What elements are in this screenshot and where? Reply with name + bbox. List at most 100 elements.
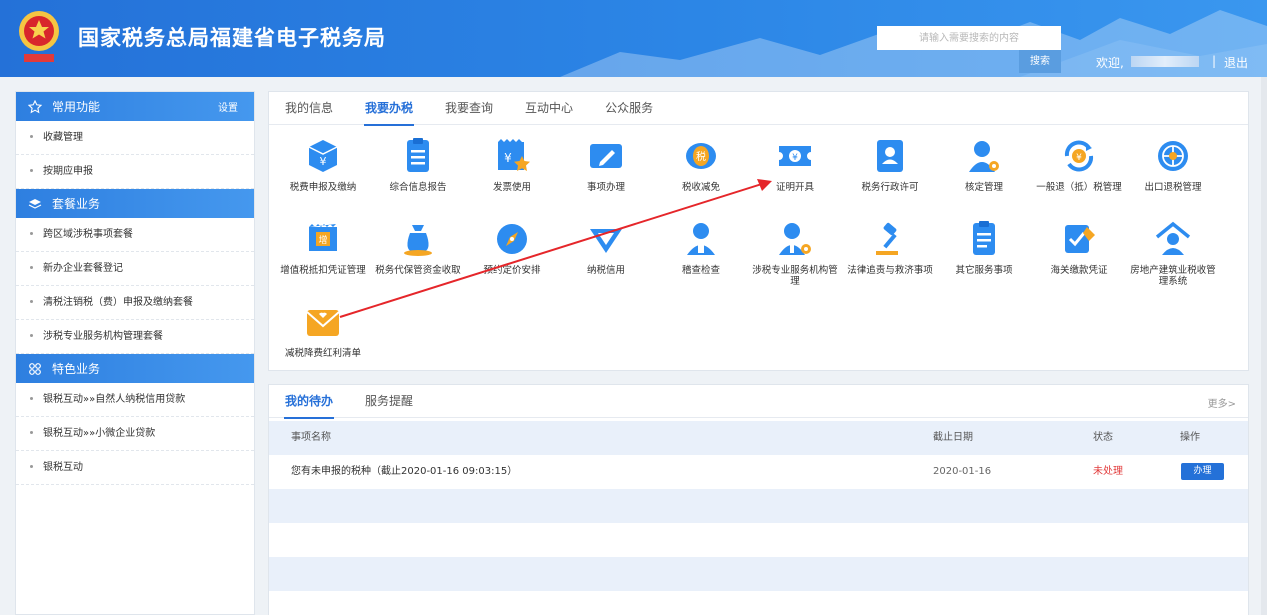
- service-other[interactable]: 其它服务事项: [937, 219, 1031, 276]
- edit-matter-icon: [590, 144, 622, 168]
- service-customs[interactable]: 海关缴款凭证: [1032, 219, 1126, 276]
- tab-my-info[interactable]: 我的信息: [285, 92, 333, 125]
- table-row: 您有未申报的税种（截止2020-01-16 09:03:15） 2020-01-…: [269, 455, 1248, 489]
- service-tax-cut-dividend[interactable]: 减税降费红利清单: [276, 302, 370, 359]
- money-bag-icon: [404, 225, 432, 256]
- service-permit[interactable]: 税务行政许可: [843, 136, 937, 193]
- svg-text:¥: ¥: [504, 151, 512, 165]
- bullet-icon: [30, 333, 33, 337]
- welcome-text: 欢迎,: [1096, 56, 1124, 70]
- logout-link[interactable]: 退出: [1224, 54, 1248, 71]
- list-doc-icon: [973, 221, 995, 255]
- credit-shield-icon: [590, 229, 622, 253]
- service-legal[interactable]: 法律追责与救济事项: [843, 219, 937, 276]
- customs-check-icon: [1065, 225, 1095, 253]
- service-agency-mgmt[interactable]: 涉税专业服务机构管理: [748, 219, 842, 287]
- bullet-icon: [30, 430, 33, 434]
- masked-username: [1131, 56, 1199, 67]
- table-row-empty: [269, 523, 1248, 557]
- todo-item-deadline: 2020-01-16: [933, 466, 992, 477]
- service-label: 核定管理: [964, 182, 1003, 193]
- mail-heart-icon: [306, 310, 340, 336]
- service-label: 其它服务事项: [955, 265, 1013, 276]
- service-pricing[interactable]: 预约定价安排: [465, 219, 559, 276]
- service-label: 出口退税管理: [1144, 182, 1202, 193]
- section-header-packages: 套餐业务: [16, 189, 254, 218]
- service-label: 事项办理: [586, 182, 625, 193]
- table-row-empty: [269, 591, 1248, 615]
- user-gear-icon: [969, 141, 999, 172]
- service-inspection[interactable]: 稽查检查: [654, 219, 748, 276]
- service-info-report[interactable]: 综合信息报告: [371, 136, 465, 193]
- service-label: 税务代保管资金收取: [375, 265, 461, 276]
- globe-export-icon: [1158, 141, 1188, 171]
- tab-service-reminder[interactable]: 服务提醒: [365, 385, 413, 418]
- sidebar-item-bank-tax-personal[interactable]: 银税互动»»自然人纳税信用贷款: [16, 383, 254, 417]
- tab-public-service[interactable]: 公众服务: [605, 92, 653, 125]
- sidebar-item-bank-tax-small[interactable]: 银税互动»»小微企业贷款: [16, 417, 254, 451]
- sidebar-item-cross-region[interactable]: 跨区域涉税事项套餐: [16, 218, 254, 252]
- site-title: 国家税务总局福建省电子税务局: [78, 26, 386, 50]
- column-header-status: 状态: [1093, 432, 1113, 443]
- service-label: 综合信息报告: [389, 182, 447, 193]
- tab-tax-handling[interactable]: 我要办税: [364, 92, 415, 126]
- sidebar-item-periodic-declare[interactable]: 按期应申报: [16, 155, 254, 189]
- gavel-icon: [876, 222, 898, 255]
- sidebar-item-agency-package[interactable]: 涉税专业服务机构管理套餐: [16, 320, 254, 354]
- service-vat-deduction[interactable]: 增 增值税抵扣凭证管理: [276, 219, 370, 276]
- service-invoice[interactable]: ¥ 发票使用: [465, 136, 559, 193]
- service-custody-fund[interactable]: 税务代保管资金收取: [371, 219, 465, 276]
- service-tax-declare[interactable]: ¥ 税费申报及缴纳: [276, 136, 370, 193]
- tab-my-todo[interactable]: 我的待办: [283, 385, 335, 419]
- section-title: 套餐业务: [52, 197, 101, 211]
- sidebar-item-bank-tax[interactable]: 银税互动: [16, 451, 254, 485]
- sidebar-item-new-enterprise[interactable]: 新办企业套餐登记: [16, 252, 254, 286]
- bullet-icon: [30, 134, 33, 138]
- section-header-common: 常用功能 设置: [16, 92, 254, 121]
- service-tax-reduction[interactable]: 税 税收减免: [654, 136, 748, 193]
- service-real-estate[interactable]: 房地产建筑业税收管理系统: [1126, 219, 1220, 287]
- service-label: 税费申报及缴纳: [289, 182, 357, 193]
- sidebar-item-label: 收藏管理: [43, 132, 83, 143]
- sidebar-item-label: 清税注销税（费）申报及缴纳套餐: [43, 297, 193, 308]
- sidebar-item-label: 新办企业套餐登记: [43, 263, 123, 274]
- tax-reduction-icon: 税: [686, 143, 716, 169]
- bullet-icon: [30, 231, 33, 235]
- tax-declare-icon: ¥: [308, 140, 338, 172]
- svg-text:¥: ¥: [320, 155, 327, 168]
- service-label: 稽查检查: [681, 265, 720, 276]
- service-label: 房地产建筑业税收管理系统: [1130, 265, 1216, 287]
- inspector-icon: [687, 223, 715, 255]
- settings-link[interactable]: 设置: [218, 99, 238, 114]
- sidebar-item-favorites[interactable]: 收藏管理: [16, 121, 254, 155]
- service-export-refund[interactable]: 出口退税管理: [1126, 136, 1220, 193]
- service-label: 纳税信用: [586, 265, 625, 276]
- service-certificate[interactable]: ¥ 证明开具: [748, 136, 842, 193]
- permit-card-icon: [877, 140, 903, 172]
- more-link[interactable]: 更多>: [1208, 395, 1236, 410]
- service-matter[interactable]: 事项办理: [559, 136, 653, 193]
- section-title: 特色业务: [52, 362, 101, 376]
- bullet-icon: [30, 168, 33, 172]
- service-assessment[interactable]: 核定管理: [937, 136, 1031, 193]
- certificate-ticket-icon: ¥: [779, 146, 811, 166]
- service-label: 发票使用: [492, 182, 531, 193]
- tab-query[interactable]: 我要查询: [445, 92, 493, 125]
- service-label: 税务行政许可: [861, 182, 919, 193]
- main-tabs: 我的信息 我要办税 我要查询 互动中心 公众服务: [269, 92, 1248, 126]
- page-scrollbar[interactable]: [1261, 77, 1267, 615]
- search-button[interactable]: 搜索: [1019, 50, 1061, 73]
- invoice-icon: ¥: [498, 139, 530, 171]
- svg-text:增: 增: [318, 234, 327, 246]
- service-label: 涉税专业服务机构管理: [752, 265, 838, 287]
- search-input[interactable]: [877, 26, 1061, 50]
- service-credit[interactable]: 纳税信用: [559, 219, 653, 276]
- sidebar-item-tax-clearance[interactable]: 清税注销税（费）申报及缴纳套餐: [16, 286, 254, 320]
- handle-button[interactable]: 办理: [1181, 463, 1224, 480]
- tab-interaction[interactable]: 互动中心: [525, 92, 573, 125]
- bullet-icon: [30, 464, 33, 468]
- service-label: 预约定价安排: [483, 265, 541, 276]
- service-refund[interactable]: ¥ 一般退（抵）税管理: [1032, 136, 1126, 193]
- table-row-empty: [269, 489, 1248, 523]
- section-header-featured: 特色业务: [16, 354, 254, 383]
